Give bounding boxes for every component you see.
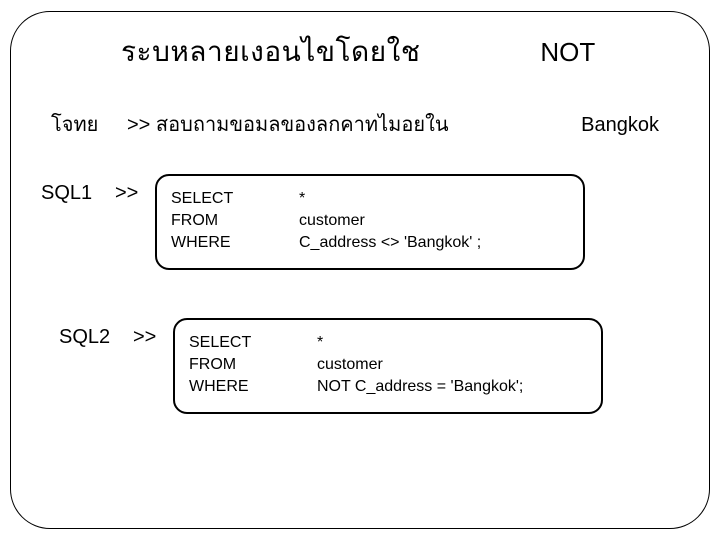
sql2-from-val: customer xyxy=(317,356,587,374)
question-row: โจทย >> สอบถามขอมลของลกคาทไมอยใน Bangkok xyxy=(51,108,679,140)
title-row: ระบหลายเงอนไขโดยใช NOT xyxy=(121,30,679,74)
sql2-select-kw: SELECT xyxy=(189,334,317,352)
question-city: Bangkok xyxy=(581,114,659,137)
sql2-arrow: >> xyxy=(133,318,159,349)
question-text: สอบถามขอมลของลกคาทไมอยใน xyxy=(156,114,449,136)
sql1-from-line: FROM customer xyxy=(171,212,569,230)
title-not: NOT xyxy=(540,37,595,68)
sql1-box: SELECT * FROM customer WHERE C_address <… xyxy=(155,174,585,270)
sql2-label: SQL2 xyxy=(59,318,119,349)
sql1-row: SQL1 >> SELECT * FROM customer WHERE C_a… xyxy=(41,174,679,270)
sql1-from-val: customer xyxy=(299,212,569,230)
sql1-from-kw: FROM xyxy=(171,212,299,230)
question-arrows: >> สอบถามขอมลของลกคาทไมอยใน xyxy=(127,108,449,140)
sql1-select-kw: SELECT xyxy=(171,190,299,208)
sql1-arrow: >> xyxy=(115,174,141,205)
sql2-from-line: FROM customer xyxy=(189,356,587,374)
sql2-where-line: WHERE NOT C_address = 'Bangkok'; xyxy=(189,378,587,396)
sql2-select-line: SELECT * xyxy=(189,334,587,352)
title-thai: ระบหลายเงอนไขโดยใช xyxy=(121,30,420,74)
sql1-label: SQL1 xyxy=(41,174,101,205)
sql2-where-val: NOT C_address = 'Bangkok'; xyxy=(317,378,587,396)
question-label: โจทย xyxy=(51,108,99,140)
sql2-where-kw: WHERE xyxy=(189,378,317,396)
sql1-where-kw: WHERE xyxy=(171,234,299,252)
sql1-where-line: WHERE C_address <> 'Bangkok' ; xyxy=(171,234,569,252)
sql2-from-kw: FROM xyxy=(189,356,317,374)
sql2-row: SQL2 >> SELECT * FROM customer WHERE NOT… xyxy=(59,318,679,414)
sql1-where-val: C_address <> 'Bangkok' ; xyxy=(299,234,569,252)
slide-frame: ระบหลายเงอนไขโดยใช NOT โจทย >> สอบถามขอม… xyxy=(10,11,710,529)
sql1-select-val: * xyxy=(299,190,569,208)
sql2-box: SELECT * FROM customer WHERE NOT C_addre… xyxy=(173,318,603,414)
sql2-select-val: * xyxy=(317,334,587,352)
sql1-select-line: SELECT * xyxy=(171,190,569,208)
